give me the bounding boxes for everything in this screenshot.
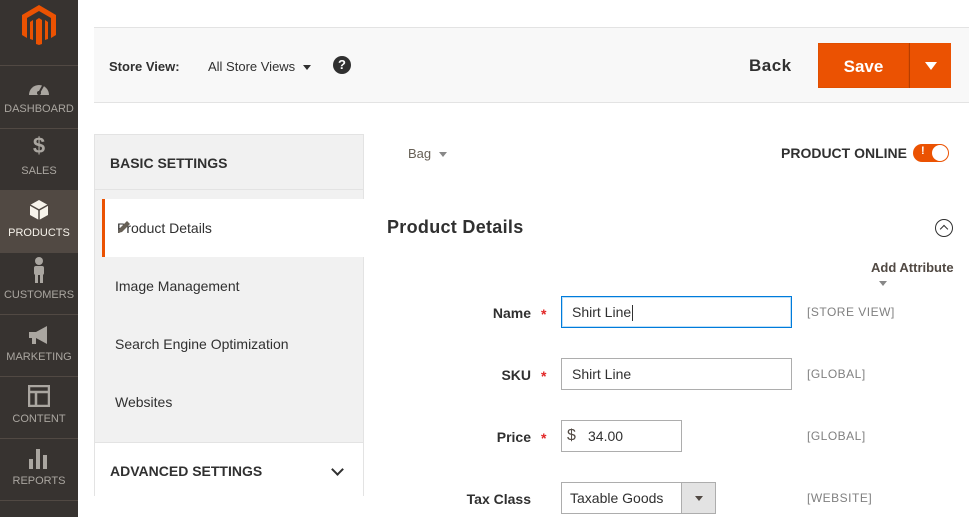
store-view-switcher[interactable]: All Store Views: [208, 59, 312, 74]
chevron-down-icon: [331, 463, 344, 476]
price-scope: [GLOBAL]: [807, 429, 866, 443]
sku-label: SKU: [501, 367, 531, 383]
box-icon: [0, 191, 78, 221]
chevron-down-icon: [303, 65, 312, 71]
sku-scope: [GLOBAL]: [807, 367, 866, 381]
text-cursor: [632, 305, 634, 322]
name-value: Shirt Line: [572, 304, 632, 320]
dollar-icon: $: [32, 133, 46, 158]
section-title: Product Details: [387, 217, 524, 237]
person-icon: [0, 253, 78, 283]
nav-label: CONTENT: [12, 413, 66, 425]
pencil-icon: [117, 220, 131, 237]
price-field[interactable]: 34.00: [561, 420, 682, 452]
back-button[interactable]: Back: [749, 56, 792, 76]
chevron-down-icon: [924, 61, 937, 70]
megaphone-icon: [0, 315, 78, 345]
nav-label: REPORTS: [12, 475, 66, 487]
bar-chart-icon: [0, 439, 78, 469]
basic-settings-title: BASIC SETTINGS: [110, 155, 228, 171]
tax-class-dropdown-button[interactable]: [681, 482, 716, 514]
admin-sidebar: DASHBOARD $ SALES PRODUCTS CUSTOMERS MAR…: [0, 0, 78, 517]
tab-label: Search Engine Optimization: [115, 336, 289, 352]
nav-products[interactable]: PRODUCTS: [0, 191, 78, 253]
price-label: Price: [496, 429, 531, 445]
basic-settings-heading: BASIC SETTINGS: [95, 135, 363, 190]
store-view-value: All Store Views: [208, 59, 296, 74]
chevron-down-icon: [879, 281, 887, 287]
nav-label: DASHBOARD: [4, 103, 74, 115]
nav-label: CUSTOMERS: [3, 289, 75, 301]
add-attribute-label: Add Attribute: [871, 260, 954, 275]
magento-logo[interactable]: [0, 0, 78, 66]
tax-class-select[interactable]: Taxable Goods: [561, 482, 682, 514]
advanced-settings-title: ADVANCED SETTINGS: [110, 463, 263, 479]
product-online-label: PRODUCT ONLINE: [781, 145, 907, 161]
tab-product-details[interactable]: Product Details: [102, 199, 364, 257]
help-icon[interactable]: ?: [333, 56, 351, 74]
toggle-on-mark: !: [921, 145, 925, 157]
settings-panel: BASIC SETTINGS Product Details Image Man…: [94, 134, 364, 496]
required-asterisk: *: [541, 306, 547, 322]
magento-logo-icon: [22, 5, 56, 45]
store-view-label: Store View:: [109, 59, 180, 74]
tab-image-management[interactable]: Image Management: [95, 257, 363, 315]
tax-class-label: Tax Class: [466, 491, 531, 507]
nav-dashboard[interactable]: DASHBOARD: [0, 67, 78, 129]
product-online-toggle[interactable]: !: [913, 144, 949, 162]
chevron-down-icon: [439, 152, 448, 158]
tab-label: Image Management: [115, 278, 240, 294]
nav-customers[interactable]: CUSTOMERS: [0, 253, 78, 315]
name-scope: [STORE VIEW]: [807, 305, 895, 319]
dashboard-gauge-icon: [0, 67, 78, 97]
attribute-set-value: Bag: [408, 146, 432, 161]
nav-reports[interactable]: REPORTS: [0, 439, 78, 501]
required-asterisk: *: [541, 368, 547, 384]
currency-symbol: $: [567, 427, 576, 444]
save-button[interactable]: Save: [818, 43, 909, 88]
page-actions-bar: Store View: All Store Views ? Back Save: [94, 27, 969, 103]
attribute-set-selector[interactable]: Bag: [408, 146, 448, 161]
layout-icon: [0, 377, 78, 407]
name-label: Name: [492, 305, 531, 321]
nav-content[interactable]: CONTENT: [0, 377, 78, 439]
tax-class-scope: [WEBSITE]: [807, 491, 873, 505]
add-attribute-button[interactable]: Add Attribute: [871, 260, 969, 290]
advanced-settings-toggle[interactable]: ADVANCED SETTINGS: [95, 442, 363, 496]
nav-sales[interactable]: $ SALES: [0, 129, 78, 191]
tab-websites[interactable]: Websites: [95, 373, 363, 431]
name-field[interactable]: Shirt Line: [561, 296, 792, 328]
tab-label: Product Details: [117, 220, 212, 236]
tab-label: Websites: [115, 394, 173, 410]
toggle-knob: [932, 145, 948, 161]
nav-label: PRODUCTS: [8, 227, 70, 239]
collapse-section-icon[interactable]: [935, 219, 953, 237]
required-asterisk: *: [541, 430, 547, 446]
nav-label: MARKETING: [6, 351, 72, 363]
tab-search-engine-optimization[interactable]: Search Engine Optimization: [95, 315, 363, 373]
chevron-down-icon: [694, 495, 703, 501]
save-options-toggle[interactable]: [909, 43, 951, 88]
sku-field[interactable]: Shirt Line: [561, 358, 792, 390]
nav-marketing[interactable]: MARKETING: [0, 315, 78, 377]
nav-label: SALES: [21, 165, 57, 177]
